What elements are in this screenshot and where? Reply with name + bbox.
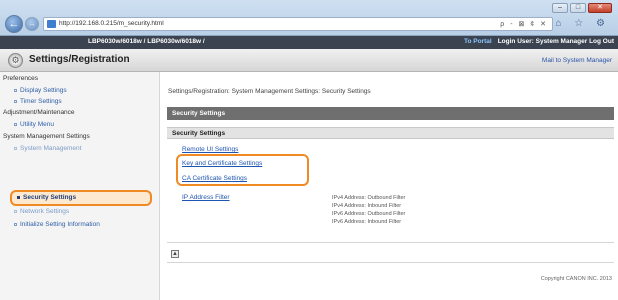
page-header: LBP6030w/6018w / LBP6030w/6018w / To Por… <box>0 36 618 49</box>
page-top-icon[interactable]: ▲ <box>171 250 179 258</box>
remote-ui-settings-link[interactable]: Remote UI Settings <box>182 146 238 153</box>
to-portal-link[interactable]: To Portal <box>464 38 492 45</box>
sidebar-item-system-management[interactable]: System Management <box>14 145 81 152</box>
minimize-button[interactable]: – <box>552 3 568 13</box>
section-header: Security Settings <box>167 107 614 120</box>
bullet-icon <box>14 222 17 226</box>
sidebar-item-label: Network Settings <box>20 208 70 215</box>
copyright-text: Copyright CANON INC. 2013 <box>540 276 612 282</box>
sidebar-item-label: Timer Settings <box>20 98 62 105</box>
maximize-button[interactable]: □ <box>570 3 586 13</box>
bullet-icon <box>14 88 17 92</box>
breadcrumb: Settings/Registration: System Management… <box>168 88 371 95</box>
address-bar[interactable]: http://192.168.0.215/m_security.html ρ -… <box>43 17 553 31</box>
ca-certificate-settings-link[interactable]: CA Certificate Settings <box>182 175 247 182</box>
sidebar-heading-preferences: Preferences <box>3 75 39 82</box>
sidebar-item-label: Security Settings <box>23 194 77 201</box>
sidebar-heading-system-management-settings: System Management Settings <box>3 133 90 140</box>
back-arrow-icon: ← <box>8 18 20 30</box>
window-controls: – □ ✕ <box>552 3 612 13</box>
section-title: Security Settings <box>172 109 226 117</box>
subsection-title: Security Settings <box>172 130 226 137</box>
sidebar-item-label: System Management <box>20 145 82 152</box>
filter-item: IPv6 Address: Outbound Filter <box>332 211 406 217</box>
favicon-icon <box>47 20 56 28</box>
sidebar-heading-adjustment: Adjustment/Maintenance <box>3 109 75 116</box>
sidebar-item-utility-menu[interactable]: Utility Menu <box>14 121 54 128</box>
close-window-button[interactable]: ✕ <box>588 3 612 13</box>
divider <box>167 262 614 263</box>
sidebar-item-initialize-setting[interactable]: Initialize Setting Information <box>14 221 100 228</box>
sidebar-item-label: Utility Menu <box>20 121 54 128</box>
sidebar: Preferences Display Settings Timer Setti… <box>0 72 160 300</box>
back-button[interactable]: ← <box>5 15 23 33</box>
main-content: Settings/Registration: System Management… <box>160 72 618 300</box>
filter-item: IPv6 Address: Inbound Filter <box>332 219 402 225</box>
bullet-icon <box>14 122 17 126</box>
sidebar-item-timer-settings[interactable]: Timer Settings <box>14 98 62 105</box>
ip-filter-list: IPv4 Address: Outbound Filter IPv4 Addre… <box>332 194 405 226</box>
bullet-icon <box>14 99 17 103</box>
filter-item: IPv4 Address: Outbound Filter <box>332 195 406 201</box>
bullet-icon <box>17 195 20 199</box>
forward-button[interactable]: → <box>25 17 39 31</box>
title-bar: ⚙ Settings/Registration Mail to System M… <box>0 49 618 72</box>
sidebar-item-display-settings[interactable]: Display Settings <box>14 87 67 94</box>
login-user-text[interactable]: Login User: System Manager Log Out <box>498 38 614 45</box>
sidebar-item-label: Initialize Setting Information <box>20 221 100 228</box>
mail-to-manager-link[interactable]: Mail to System Manager <box>542 57 612 64</box>
page-title: Settings/Registration <box>29 54 130 65</box>
forward-arrow-icon: → <box>28 19 36 28</box>
browser-toolbar-icons[interactable]: ⌂ ☆ ⚙ <box>555 18 610 29</box>
browser-toolbar: – □ ✕ ← → http://192.168.0.215/m_securit… <box>0 0 618 36</box>
header-right: To Portal Login User: System Manager Log … <box>464 38 614 45</box>
bullet-icon <box>14 209 17 213</box>
device-name: LBP6030w/6018w / LBP6030w/6018w / <box>88 38 205 45</box>
url-text[interactable]: http://192.168.0.215/m_security.html <box>59 20 164 27</box>
ip-address-filter-link[interactable]: IP Address Filter <box>182 194 230 201</box>
sidebar-item-network-settings[interactable]: Network Settings <box>14 208 69 215</box>
filter-item: IPv4 Address: Inbound Filter <box>332 203 402 209</box>
sidebar-item-label: Display Settings <box>20 87 67 94</box>
sidebar-item-security-settings[interactable]: Security Settings <box>17 194 76 201</box>
key-certificate-settings-link[interactable]: Key and Certificate Settings <box>182 160 262 167</box>
address-tools[interactable]: ρ - ⊠ ¢ ✕ <box>500 20 548 28</box>
divider <box>167 242 614 243</box>
subsection-header: Security Settings <box>167 127 614 139</box>
settings-gear-icon: ⚙ <box>8 53 23 68</box>
bullet-icon <box>14 146 17 150</box>
